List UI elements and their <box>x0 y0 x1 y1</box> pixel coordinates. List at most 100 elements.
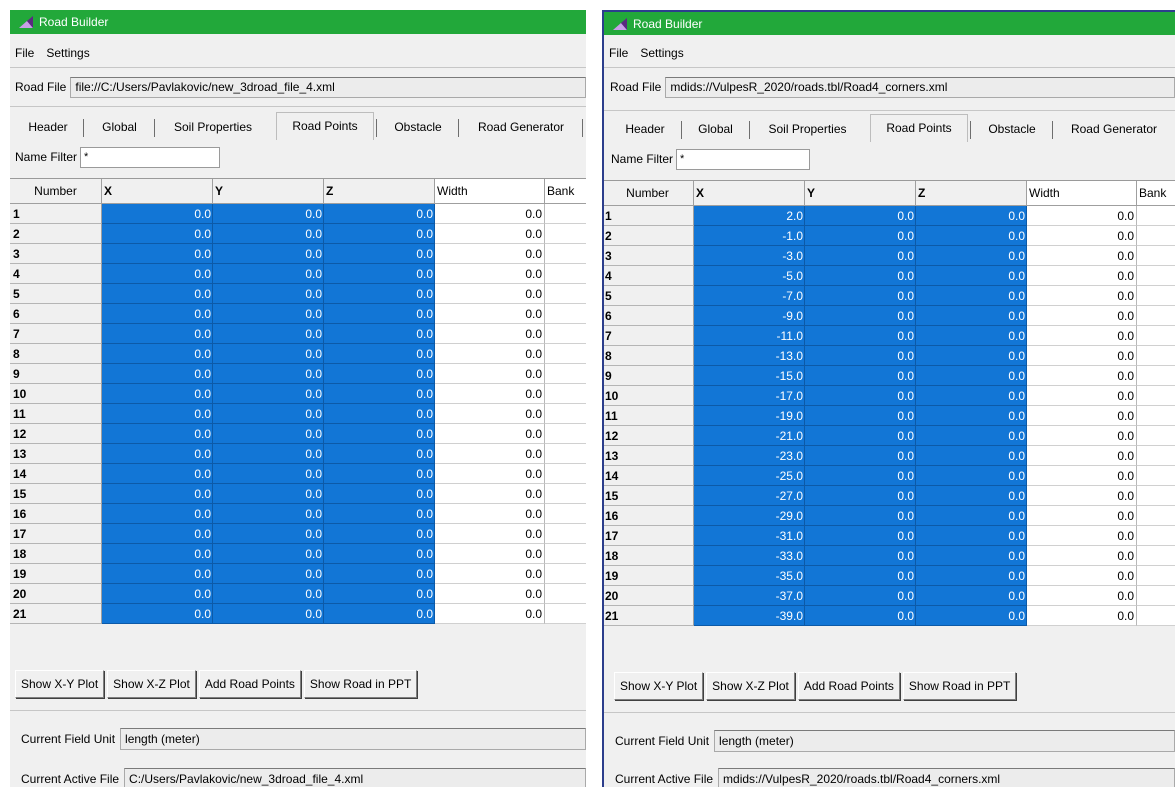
table-row[interactable]: 2 -1.0 0.0 0.0 0.0 <box>604 226 1175 246</box>
cell-y[interactable]: 0.0 <box>213 344 324 364</box>
tab-soil-properties[interactable]: Soil Properties <box>158 114 268 140</box>
cell-z[interactable]: 0.0 <box>324 524 435 544</box>
cell-y[interactable]: 0.0 <box>213 324 324 344</box>
cell-y[interactable]: 0.0 <box>213 364 324 384</box>
cell-y[interactable]: 0.0 <box>805 526 916 546</box>
table-row[interactable]: 17 0.0 0.0 0.0 0.0 <box>10 524 586 544</box>
cell-width[interactable]: 0.0 <box>1027 526 1137 546</box>
add-road-points-button[interactable]: Add Road Points <box>198 670 301 698</box>
cell-z[interactable]: 0.0 <box>916 206 1027 226</box>
cell-y[interactable]: 0.0 <box>805 466 916 486</box>
cell-z[interactable]: 0.0 <box>324 404 435 424</box>
cell-z[interactable]: 0.0 <box>916 366 1027 386</box>
cell-x[interactable]: 2.0 <box>694 206 805 226</box>
cell-x[interactable]: -21.0 <box>694 426 805 446</box>
cell-x[interactable]: -19.0 <box>694 406 805 426</box>
tab-global[interactable]: Global <box>684 116 747 142</box>
cell-z[interactable]: 0.0 <box>324 224 435 244</box>
tab-header[interactable]: Header <box>16 114 80 140</box>
cell-width[interactable]: 0.0 <box>1027 566 1137 586</box>
table-row[interactable]: 18 -33.0 0.0 0.0 0.0 <box>604 546 1175 566</box>
show-xy-plot-button[interactable]: Show X-Y Plot <box>614 672 704 700</box>
cell-x[interactable]: -15.0 <box>694 366 805 386</box>
cell-bank[interactable] <box>1137 546 1175 566</box>
cell-bank[interactable] <box>1137 346 1175 366</box>
table-row[interactable]: 12 -21.0 0.0 0.0 0.0 <box>604 426 1175 446</box>
column-header-bank[interactable]: Bank <box>1137 181 1175 206</box>
cell-x[interactable]: -39.0 <box>694 606 805 626</box>
cell-y[interactable]: 0.0 <box>805 406 916 426</box>
menu-settings[interactable]: Settings <box>638 46 685 60</box>
cell-width[interactable]: 0.0 <box>1027 306 1137 326</box>
cell-x[interactable]: 0.0 <box>102 444 213 464</box>
cell-width[interactable]: 0.0 <box>1027 226 1137 246</box>
tab-header[interactable]: Header <box>612 116 678 142</box>
cell-bank[interactable] <box>545 444 586 464</box>
cell-y[interactable]: 0.0 <box>213 244 324 264</box>
table-row[interactable]: 3 0.0 0.0 0.0 0.0 <box>10 244 586 264</box>
cell-x[interactable]: -27.0 <box>694 486 805 506</box>
cell-z[interactable]: 0.0 <box>916 566 1027 586</box>
cell-y[interactable]: 0.0 <box>213 524 324 544</box>
column-header-z[interactable]: Z <box>916 181 1027 206</box>
cell-width[interactable]: 0.0 <box>1027 546 1137 566</box>
cell-bank[interactable] <box>545 244 586 264</box>
cell-y[interactable]: 0.0 <box>213 604 324 624</box>
cell-bank[interactable] <box>545 204 586 224</box>
cell-z[interactable]: 0.0 <box>916 266 1027 286</box>
cell-y[interactable]: 0.0 <box>805 446 916 466</box>
cell-x[interactable]: 0.0 <box>102 504 213 524</box>
cell-x[interactable]: -37.0 <box>694 586 805 606</box>
table-row[interactable]: 17 -31.0 0.0 0.0 0.0 <box>604 526 1175 546</box>
cell-x[interactable]: 0.0 <box>102 464 213 484</box>
cell-bank[interactable] <box>1137 586 1175 606</box>
cell-x[interactable]: -7.0 <box>694 286 805 306</box>
column-header-width[interactable]: Width <box>1027 181 1137 206</box>
cell-y[interactable]: 0.0 <box>805 346 916 366</box>
cell-width[interactable]: 0.0 <box>435 564 545 584</box>
cell-z[interactable]: 0.0 <box>916 306 1027 326</box>
cell-bank[interactable] <box>1137 366 1175 386</box>
cell-x[interactable]: 0.0 <box>102 404 213 424</box>
cell-z[interactable]: 0.0 <box>916 326 1027 346</box>
cell-width[interactable]: 0.0 <box>435 364 545 384</box>
cell-z[interactable]: 0.0 <box>324 264 435 284</box>
cell-y[interactable]: 0.0 <box>805 426 916 446</box>
cell-width[interactable]: 0.0 <box>1027 446 1137 466</box>
cell-bank[interactable] <box>545 544 586 564</box>
cell-bank[interactable] <box>1137 506 1175 526</box>
cell-x[interactable]: 0.0 <box>102 544 213 564</box>
cell-z[interactable]: 0.0 <box>916 286 1027 306</box>
cell-z[interactable]: 0.0 <box>324 504 435 524</box>
column-header-width[interactable]: Width <box>435 179 545 204</box>
cell-z[interactable]: 0.0 <box>916 466 1027 486</box>
cell-width[interactable]: 0.0 <box>435 224 545 244</box>
cell-x[interactable]: -25.0 <box>694 466 805 486</box>
cell-z[interactable]: 0.0 <box>324 444 435 464</box>
cell-x[interactable]: 0.0 <box>102 524 213 544</box>
cell-bank[interactable] <box>1137 306 1175 326</box>
cell-width[interactable]: 0.0 <box>435 444 545 464</box>
cell-width[interactable]: 0.0 <box>435 484 545 504</box>
cell-width[interactable]: 0.0 <box>1027 586 1137 606</box>
cell-x[interactable]: 0.0 <box>102 224 213 244</box>
cell-bank[interactable] <box>1137 446 1175 466</box>
cell-x[interactable]: -23.0 <box>694 446 805 466</box>
table-row[interactable]: 20 0.0 0.0 0.0 0.0 <box>10 584 586 604</box>
cell-bank[interactable] <box>545 284 586 304</box>
table-row[interactable]: 7 0.0 0.0 0.0 0.0 <box>10 324 586 344</box>
cell-bank[interactable] <box>545 224 586 244</box>
cell-z[interactable]: 0.0 <box>916 426 1027 446</box>
menu-file[interactable]: File <box>607 46 630 60</box>
cell-x[interactable]: 0.0 <box>102 384 213 404</box>
cell-y[interactable]: 0.0 <box>213 384 324 404</box>
cell-bank[interactable] <box>1137 206 1175 226</box>
table-row[interactable]: 14 0.0 0.0 0.0 0.0 <box>10 464 586 484</box>
tab-obstacle[interactable]: Obstacle <box>974 116 1050 142</box>
cell-width[interactable]: 0.0 <box>1027 606 1137 626</box>
cell-x[interactable]: -31.0 <box>694 526 805 546</box>
cell-bank[interactable] <box>545 424 586 444</box>
cell-x[interactable]: 0.0 <box>102 284 213 304</box>
table-row[interactable]: 6 -9.0 0.0 0.0 0.0 <box>604 306 1175 326</box>
cell-x[interactable]: 0.0 <box>102 564 213 584</box>
